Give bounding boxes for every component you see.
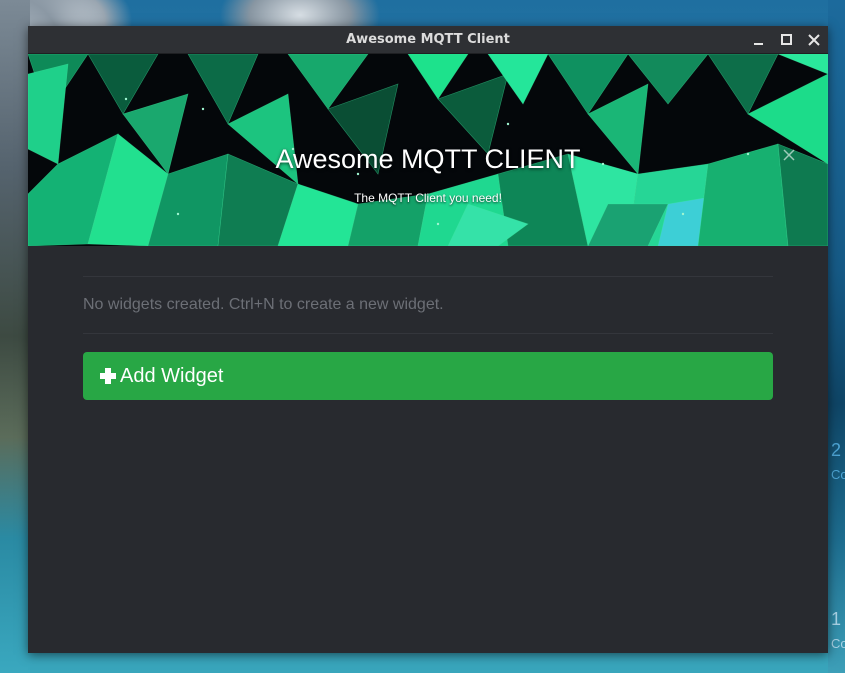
desktop-widget-text: Co (831, 467, 845, 482)
desktop-widget-text: Co (831, 636, 845, 651)
app-window: Awesome MQTT Client Awesome MQTT CLIENT … (28, 26, 828, 653)
plus-icon (100, 368, 116, 384)
wallpaper-cliff (0, 0, 30, 673)
main-content: No widgets created. Ctrl+N to create a n… (28, 246, 828, 653)
divider (83, 333, 773, 334)
close-icon[interactable] (804, 30, 824, 50)
add-widget-button[interactable]: Add Widget (83, 352, 773, 400)
title-bar[interactable]: Awesome MQTT Client (28, 26, 828, 54)
header-banner: Awesome MQTT CLIENT The MQTT Client you … (28, 54, 828, 246)
banner-title: Awesome MQTT CLIENT (275, 144, 581, 174)
add-widget-label: Add Widget (120, 364, 224, 387)
banner-close-icon[interactable] (782, 148, 796, 162)
maximize-icon[interactable] (776, 30, 796, 50)
minimize-icon[interactable] (748, 30, 768, 50)
wallpaper-lake (828, 0, 845, 673)
window-title: Awesome MQTT Client (346, 32, 510, 47)
divider (83, 276, 773, 277)
desktop-widget-text: 2 (831, 440, 842, 460)
banner-subtitle: The MQTT Client you need! (354, 191, 502, 205)
desktop-widget-text: 1 (831, 609, 842, 629)
empty-state-message: No widgets created. Ctrl+N to create a n… (83, 296, 444, 313)
